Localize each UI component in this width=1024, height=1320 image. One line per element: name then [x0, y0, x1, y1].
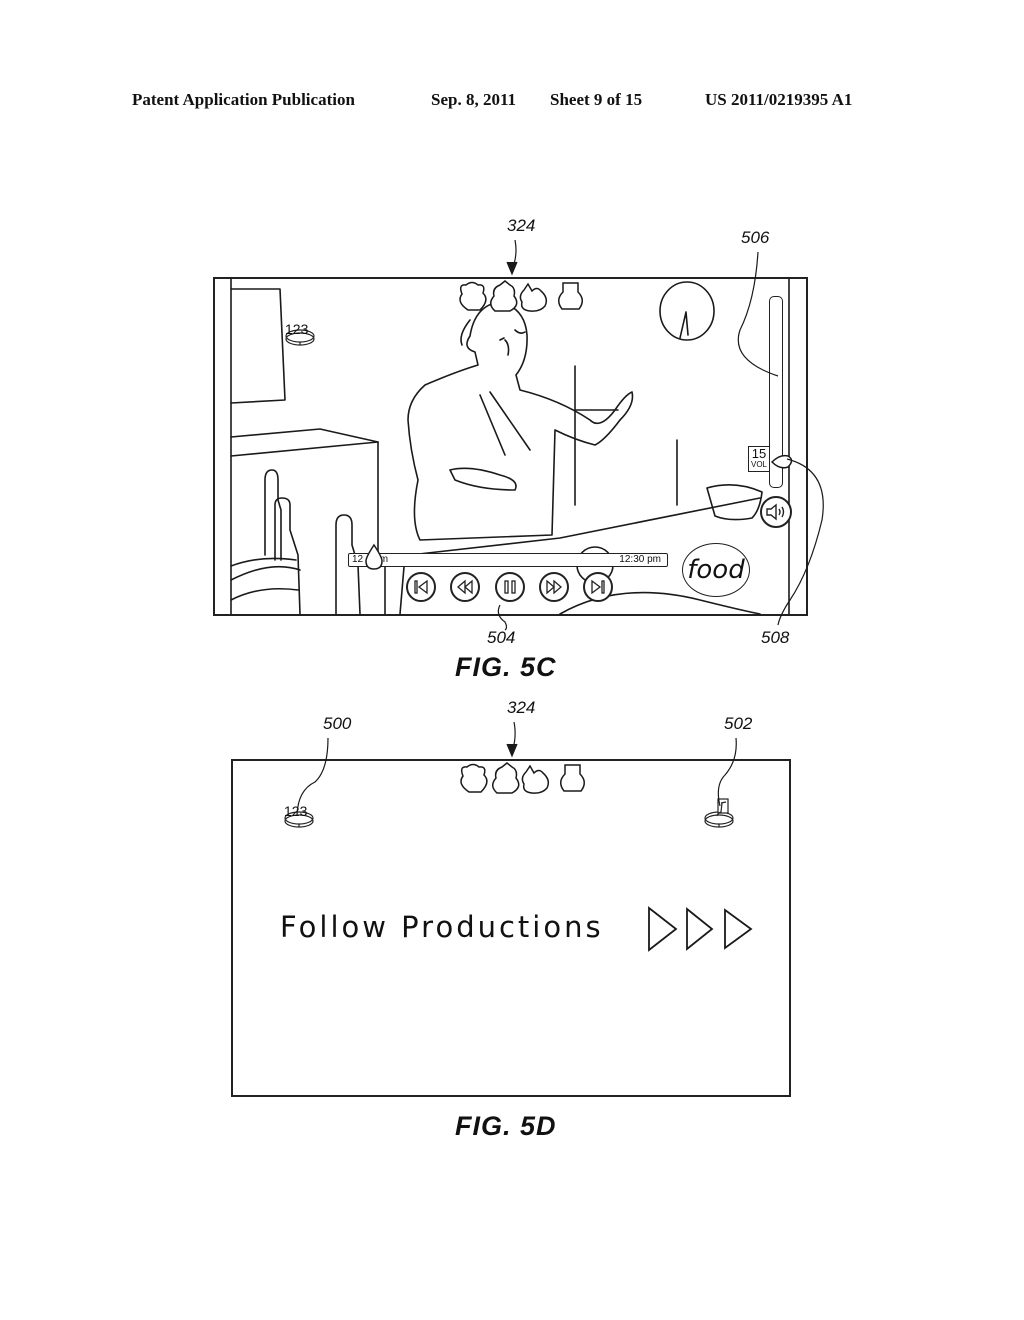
arrow-icon-3[interactable] — [724, 908, 753, 950]
figure-caption-5d: FIG. 5D — [455, 1111, 557, 1141]
arrow-icon-1[interactable] — [648, 906, 678, 952]
follow-arrows — [648, 906, 753, 952]
arrow-icon-2[interactable] — [686, 907, 714, 951]
